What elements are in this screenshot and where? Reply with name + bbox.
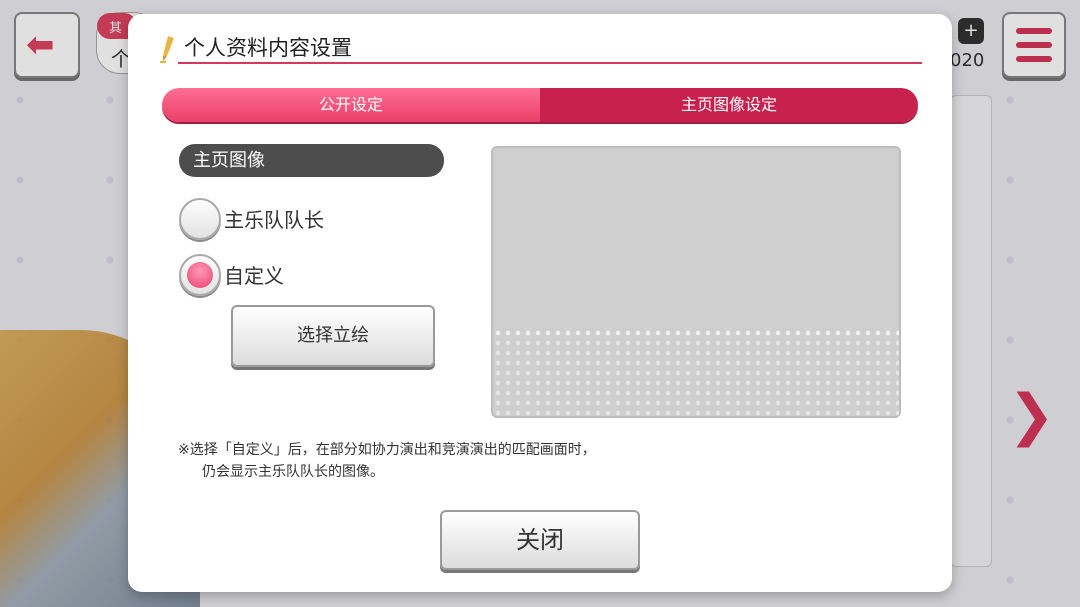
note-text-line1: ※选择「自定义」后，在部分如协力演出和竞演演出的匹配画面时， bbox=[178, 442, 596, 458]
image-preview bbox=[491, 146, 901, 418]
title-divider bbox=[178, 62, 922, 64]
radio-band-leader[interactable] bbox=[179, 198, 221, 240]
section-header: 主页图像 bbox=[179, 144, 444, 177]
pencil-icon bbox=[160, 36, 174, 63]
dialog-title: 个人资料内容设置 bbox=[184, 36, 352, 60]
radio-band-leader-label[interactable]: 主乐队队长 bbox=[224, 204, 324, 233]
select-artwork-button[interactable]: 选择立绘 bbox=[231, 305, 435, 367]
close-button[interactable]: 关闭 bbox=[440, 510, 640, 570]
radio-custom[interactable] bbox=[179, 254, 221, 296]
note-text-line2: 仍会显示主乐队队长的图像。 bbox=[202, 464, 384, 480]
tab-homepage-image-settings[interactable]: 主页图像设定 bbox=[540, 88, 918, 122]
profile-settings-dialog: 个人资料内容设置 公开设定 主页图像设定 主页图像 主乐队队长 自定义 选择立绘… bbox=[128, 14, 952, 592]
radio-custom-label[interactable]: 自定义 bbox=[224, 260, 284, 289]
tab-public-settings[interactable]: 公开设定 bbox=[162, 88, 540, 122]
tab-bar: 公开设定 主页图像设定 bbox=[162, 88, 918, 122]
